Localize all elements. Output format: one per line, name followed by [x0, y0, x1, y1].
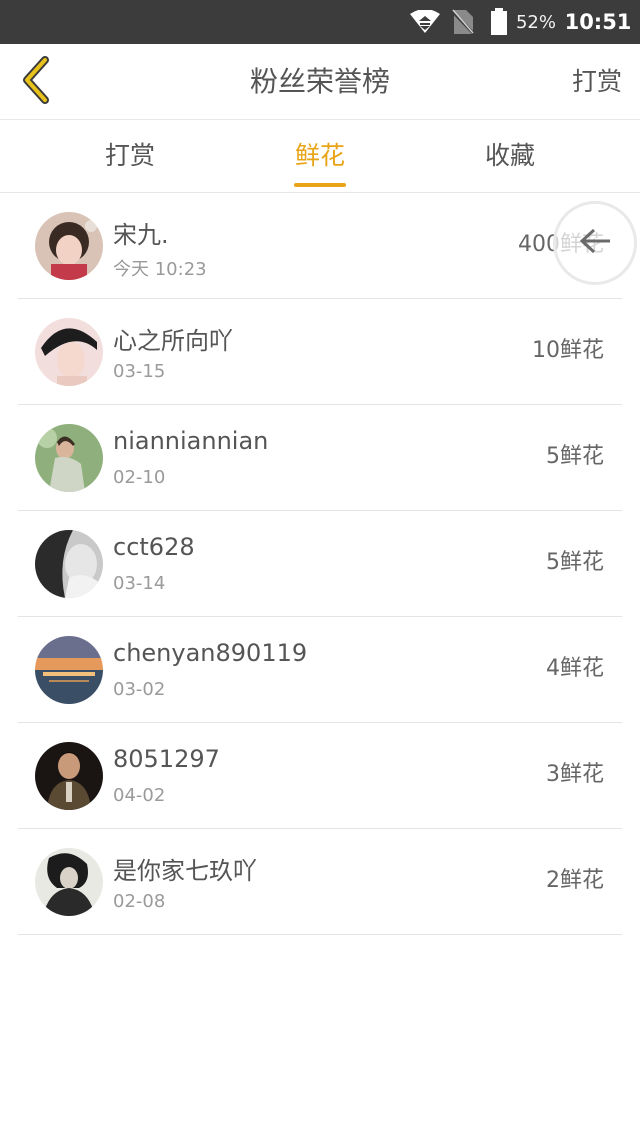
arrow-left-icon	[578, 227, 612, 259]
avatar[interactable]	[35, 424, 103, 492]
flower-count: 3鲜花	[546, 762, 604, 787]
fan-list: 宋九. 今天 10:23 400鲜花 心之所向吖 03-15 10鲜花	[0, 193, 640, 935]
flower-count: 5鲜花	[546, 550, 604, 575]
no-sim-icon	[450, 0, 476, 44]
user-name: 心之所向吖	[113, 327, 233, 355]
user-name: nianniannian	[113, 427, 269, 455]
avatar[interactable]	[35, 636, 103, 704]
status-bar: 52% 10:51	[0, 0, 640, 44]
clock: 10:51	[564, 10, 632, 34]
avatar[interactable]	[35, 530, 103, 598]
avatar[interactable]	[35, 212, 103, 280]
tab-reward[interactable]: 打赏	[70, 121, 190, 193]
list-item[interactable]: nianniannian 02-10 5鲜花	[18, 405, 622, 511]
active-tab-indicator	[294, 183, 346, 187]
avatar[interactable]	[35, 318, 103, 386]
flower-count: 4鲜花	[546, 656, 604, 681]
user-date: 03-02	[113, 679, 166, 700]
page-title: 粉丝荣誉榜	[249, 65, 390, 98]
list-item[interactable]: chenyan890119 03-02 4鲜花	[18, 617, 622, 723]
user-date: 04-02	[113, 785, 166, 806]
list-item[interactable]: 8051297 04-02 3鲜花	[18, 723, 622, 829]
user-name: cct628	[113, 533, 195, 561]
tab-label: 打赏	[104, 141, 155, 170]
header: 粉丝荣誉榜 打赏	[0, 44, 640, 120]
list-item[interactable]: 宋九. 今天 10:23 400鲜花	[18, 193, 622, 299]
user-date: 02-10	[113, 467, 166, 488]
user-name: 宋九.	[113, 221, 169, 249]
user-date: 03-15	[113, 361, 166, 382]
list-item[interactable]: 是你家七玖吖 02-08 2鲜花	[18, 829, 622, 935]
list-item[interactable]: 心之所向吖 03-15 10鲜花	[18, 299, 622, 405]
flower-count: 2鲜花	[546, 868, 604, 893]
tab-bar: 打赏 鲜花 收藏	[0, 121, 640, 193]
avatar[interactable]	[35, 848, 103, 916]
battery-percent: 52%	[515, 11, 556, 33]
tab-label: 鲜花	[294, 141, 345, 170]
wifi-icon	[406, 0, 444, 44]
user-name: 是你家七玖吖	[113, 857, 257, 885]
tab-flowers[interactable]: 鲜花	[260, 121, 380, 193]
list-item[interactable]: cct628 03-14 5鲜花	[18, 511, 622, 617]
user-name: chenyan890119	[113, 639, 308, 667]
user-date: 03-14	[113, 573, 166, 594]
floating-back-button[interactable]	[553, 201, 637, 285]
tab-favorites[interactable]: 收藏	[450, 121, 570, 193]
user-date: 今天 10:23	[113, 259, 207, 280]
reward-button[interactable]: 打赏	[572, 44, 622, 120]
flower-count: 10鲜花	[532, 338, 604, 363]
battery-icon	[488, 0, 510, 44]
user-date: 02-08	[113, 891, 166, 912]
flower-count: 5鲜花	[546, 444, 604, 469]
user-name: 8051297	[113, 745, 220, 773]
tab-label: 收藏	[484, 141, 535, 170]
avatar[interactable]	[35, 742, 103, 810]
